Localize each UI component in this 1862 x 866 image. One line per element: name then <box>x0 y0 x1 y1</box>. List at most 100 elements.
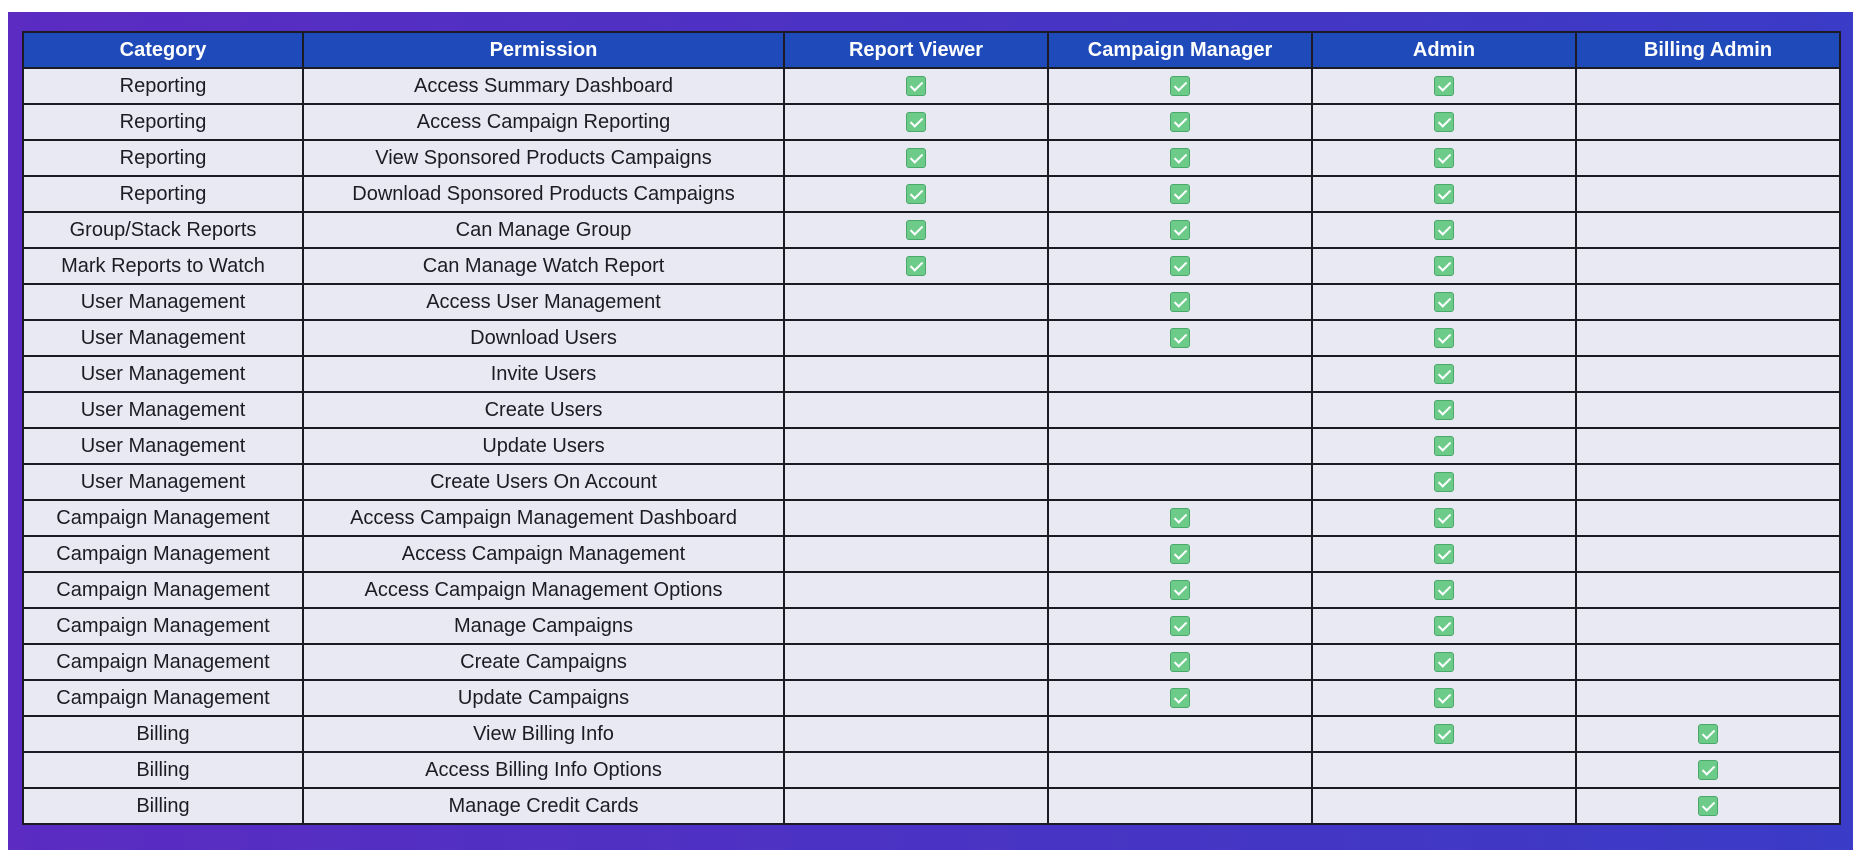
permission-cell: Access User Management <box>302 283 785 321</box>
report-viewer-cell <box>783 679 1049 717</box>
checkbox-checked-icon <box>1434 184 1454 205</box>
campaign-manager-cell <box>1047 499 1313 537</box>
table-row: Reporting View Sponsored Products Campaig… <box>22 139 1841 177</box>
permission-cell: Update Users <box>302 427 785 465</box>
column-header-campaign-manager: Campaign Manager <box>1047 31 1313 69</box>
table-row: Mark Reports to Watch Can Manage Watch Re… <box>22 247 1841 285</box>
category-cell: Campaign Management <box>22 499 304 537</box>
admin-cell <box>1311 67 1577 105</box>
checkbox-checked-icon <box>1170 652 1190 673</box>
checkbox-checked-icon <box>1170 688 1190 709</box>
billing-admin-cell <box>1575 535 1841 573</box>
table-row: Group/Stack Reports Can Manage Group <box>22 211 1841 249</box>
billing-admin-cell <box>1575 211 1841 249</box>
campaign-manager-cell <box>1047 391 1313 429</box>
billing-admin-cell <box>1575 391 1841 429</box>
billing-admin-cell <box>1575 283 1841 321</box>
billing-admin-cell <box>1575 499 1841 537</box>
category-cell: Campaign Management <box>22 679 304 717</box>
checkbox-checked-icon <box>1170 580 1190 601</box>
category-cell: Reporting <box>22 103 304 141</box>
table-row: Billing View Billing Info <box>22 715 1841 753</box>
table-row: Campaign Management Update Campaigns <box>22 679 1841 717</box>
table-row: Reporting Download Sponsored Products Cam… <box>22 175 1841 213</box>
campaign-manager-cell <box>1047 67 1313 105</box>
checkbox-checked-icon <box>1434 436 1454 457</box>
permission-cell: Manage Campaigns <box>302 607 785 645</box>
admin-cell <box>1311 499 1577 537</box>
permission-cell: View Billing Info <box>302 715 785 753</box>
campaign-manager-cell <box>1047 283 1313 321</box>
category-cell: User Management <box>22 355 304 393</box>
category-cell: Campaign Management <box>22 643 304 681</box>
report-viewer-cell <box>783 355 1049 393</box>
campaign-manager-cell <box>1047 715 1313 753</box>
report-viewer-cell <box>783 175 1049 213</box>
category-cell: Reporting <box>22 139 304 177</box>
permission-cell: Download Sponsored Products Campaigns <box>302 175 785 213</box>
report-viewer-cell <box>783 715 1049 753</box>
checkbox-checked-icon <box>906 220 926 241</box>
table-row: Campaign Management Manage Campaigns <box>22 607 1841 645</box>
table-row: Campaign Management Access Campaign Manag… <box>22 535 1841 573</box>
category-cell: Billing <box>22 715 304 753</box>
table-row: User Management Invite Users <box>22 355 1841 393</box>
permission-cell: Access Campaign Reporting <box>302 103 785 141</box>
admin-cell <box>1311 679 1577 717</box>
column-header-permission: Permission <box>302 31 785 69</box>
campaign-manager-cell <box>1047 427 1313 465</box>
billing-admin-cell <box>1575 787 1841 825</box>
checkbox-checked-icon <box>906 76 926 97</box>
column-header-admin: Admin <box>1311 31 1577 69</box>
checkbox-checked-icon <box>1434 292 1454 313</box>
table-row: Campaign Management Access Campaign Manag… <box>22 571 1841 609</box>
campaign-manager-cell <box>1047 751 1313 789</box>
campaign-manager-cell <box>1047 175 1313 213</box>
billing-admin-cell <box>1575 139 1841 177</box>
report-viewer-cell <box>783 607 1049 645</box>
checkbox-checked-icon <box>1434 148 1454 169</box>
admin-cell <box>1311 715 1577 753</box>
campaign-manager-cell <box>1047 787 1313 825</box>
billing-admin-cell <box>1575 463 1841 501</box>
report-viewer-cell <box>783 283 1049 321</box>
checkbox-checked-icon <box>1698 724 1718 745</box>
report-viewer-cell <box>783 103 1049 141</box>
admin-cell <box>1311 355 1577 393</box>
permission-cell: Access Campaign Management <box>302 535 785 573</box>
permission-cell: Can Manage Group <box>302 211 785 249</box>
report-viewer-cell <box>783 319 1049 357</box>
checkbox-checked-icon <box>1434 724 1454 745</box>
checkbox-checked-icon <box>906 184 926 205</box>
admin-cell <box>1311 247 1577 285</box>
table-row: Campaign Management Create Campaigns <box>22 643 1841 681</box>
checkbox-checked-icon <box>906 112 926 133</box>
campaign-manager-cell <box>1047 607 1313 645</box>
report-viewer-cell <box>783 499 1049 537</box>
report-viewer-cell <box>783 535 1049 573</box>
category-cell: Group/Stack Reports <box>22 211 304 249</box>
admin-cell <box>1311 175 1577 213</box>
checkbox-checked-icon <box>1170 76 1190 97</box>
category-cell: User Management <box>22 319 304 357</box>
report-viewer-cell <box>783 247 1049 285</box>
checkbox-checked-icon <box>1434 76 1454 97</box>
checkbox-checked-icon <box>1434 652 1454 673</box>
permission-cell: Create Users On Account <box>302 463 785 501</box>
report-viewer-cell <box>783 463 1049 501</box>
permission-cell: Update Campaigns <box>302 679 785 717</box>
category-cell: Campaign Management <box>22 571 304 609</box>
admin-cell <box>1311 643 1577 681</box>
table-row: User Management Download Users <box>22 319 1841 357</box>
checkbox-checked-icon <box>1434 544 1454 565</box>
admin-cell <box>1311 211 1577 249</box>
permission-cell: Access Campaign Management Options <box>302 571 785 609</box>
category-cell: Billing <box>22 787 304 825</box>
checkbox-checked-icon <box>1170 508 1190 529</box>
table-row: Reporting Access Summary Dashboard <box>22 67 1841 105</box>
table-row: User Management Access User Management <box>22 283 1841 321</box>
report-viewer-cell <box>783 211 1049 249</box>
checkbox-checked-icon <box>1434 616 1454 637</box>
header-row: Category Permission Report Viewer Campai… <box>22 31 1841 69</box>
report-viewer-cell <box>783 391 1049 429</box>
